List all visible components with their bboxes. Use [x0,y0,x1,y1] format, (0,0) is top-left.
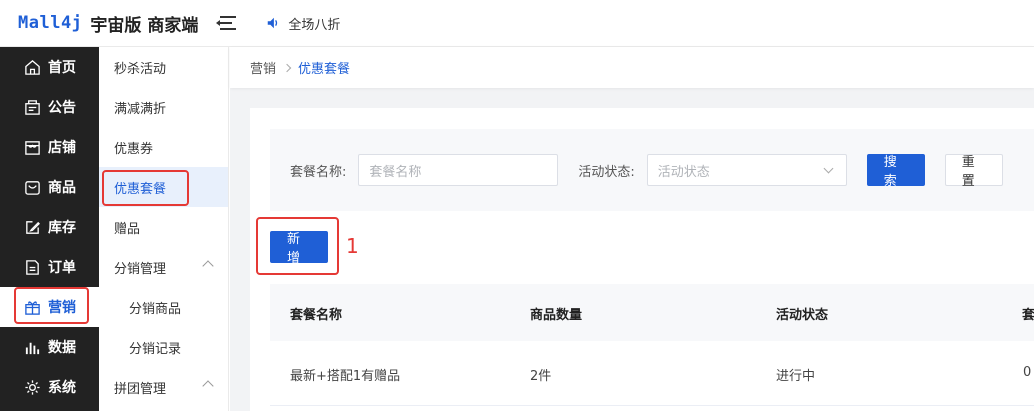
sidebar-item-order[interactable]: 订单 [0,247,99,287]
table-cell: 0 [1023,365,1032,380]
status-label: 活动状态: [578,164,635,180]
menu-toggle-icon[interactable] [216,15,237,31]
submenu-item-distribution-products[interactable]: 分销商品 [99,287,228,327]
breadcrumb: 营销 优惠套餐 [230,47,1034,88]
sidebar-item-marketing[interactable]: 营销 [0,287,99,327]
sidebar-item-label: 库存 [48,220,76,236]
home-icon [25,59,40,75]
product-icon [25,180,40,195]
chevron-right-icon [282,63,292,72]
speaker-icon [268,17,278,29]
submenu-item-label: 优惠套餐 [114,181,167,197]
sidebar-item-home[interactable]: 首页 [0,47,99,87]
sidebar-item-shop[interactable]: 店铺 [0,127,99,167]
submenu-item-coupon[interactable]: 优惠券 [99,127,228,167]
gift-icon [25,300,40,315]
column-header: 套餐名称 [290,308,343,323]
gear-icon [25,379,40,395]
step-number-annotation: 1 [346,234,359,258]
breadcrumb-parent[interactable]: 营销 [250,58,276,77]
submenu-item-discount[interactable]: 满减满折 [99,87,228,127]
sidebar-item-product[interactable]: 商品 [0,167,99,207]
search-panel: 套餐名称: 套餐名称 活动状态: 活动状态 搜索 重置 [270,129,1034,211]
column-header: 商品数量 [530,308,583,323]
submenu-item-label: 分销商品 [129,301,182,317]
table-row[interactable]: 最新+搭配1有赠品 2件 进行中 0 [270,341,1034,406]
submenu-item-label: 满减满折 [114,101,167,117]
submenu-group-distribution[interactable]: 分销管理 [99,247,228,287]
logo-text: 宇宙版 商家端 [90,15,199,36]
sidebar-item-label: 订单 [48,260,76,276]
shop-icon [25,140,40,155]
combo-name-input[interactable]: 套餐名称 [358,154,559,186]
notice-text: 全场八折 [288,17,341,33]
submenu-item-distribution-records[interactable]: 分销记录 [99,327,228,367]
notice-bar[interactable]: 全场八折 [266,14,340,33]
edit-icon [26,220,40,234]
chart-icon [25,342,40,354]
submenu-item-label: 拼团管理 [114,381,167,397]
reset-button[interactable]: 重置 [944,154,1003,189]
submenu-item-gift[interactable]: 赠品 [99,207,228,247]
submenu-item-flash-sale[interactable]: 秒杀活动 [99,47,228,87]
sidebar-item-label: 数据 [48,340,76,356]
column-header: 活动状态 [776,308,829,323]
sub-sidebar: 秒杀活动 满减满折 优惠券 优惠套餐 赠品 分销管理 分销商品 分销记录 拼团管… [99,47,229,411]
sidebar-item-data[interactable]: 数据 [0,327,99,367]
logo-mark: Mall4j [18,13,83,33]
submenu-item-label: 秒杀活动 [114,61,167,77]
logo[interactable]: Mall4j 宇宙版 商家端 [18,11,198,36]
table-cell: 最新+搭配1有赠品 [290,369,401,384]
submenu-item-combo[interactable]: 优惠套餐 [99,167,228,207]
sidebar-item-system[interactable]: 系统 [0,367,99,407]
table-cell: 进行中 [776,369,816,384]
submenu-item-label: 分销记录 [129,341,182,357]
sidebar-item-label: 商品 [48,180,76,196]
add-button[interactable]: 新增 [270,231,328,266]
sidebar-item-inventory[interactable]: 库存 [0,207,99,247]
sidebar-item-label: 首页 [48,60,76,76]
sidebar-item-label: 系统 [48,380,76,396]
search-button[interactable]: 搜索 [866,154,925,189]
submenu-item-label: 优惠券 [114,141,154,157]
combo-name-placeholder: 套餐名称 [369,164,422,180]
sidebar-item-label: 公告 [48,100,76,116]
chevron-up-icon [202,380,214,392]
chevron-up-icon [202,260,214,272]
breadcrumb-current: 优惠套餐 [298,62,351,77]
status-select[interactable]: 活动状态 [646,154,847,186]
submenu-item-label: 赠品 [114,221,141,237]
top-header: Mall4j 宇宙版 商家端 全场八折 [0,0,1034,47]
order-icon [26,259,39,275]
combo-name-label: 套餐名称: [290,164,347,180]
column-header: 套 [1022,308,1034,323]
table-header: 套餐名称 商品数量 活动状态 套 [270,284,1034,341]
sidebar-item-label: 店铺 [48,140,76,156]
submenu-group-group-buy[interactable]: 拼团管理 [99,367,228,407]
sidebar-item-announcement[interactable]: 公告 [0,87,99,127]
sidebar-item-label: 营销 [48,300,76,316]
chevron-down-icon [823,163,834,174]
table-cell: 2件 [530,369,552,384]
submenu-item-label: 分销管理 [114,261,167,277]
announcement-icon [25,99,40,115]
main-sidebar: 首页 公告 店铺 商品 库存 订单 营销 数据 系统 [0,47,99,411]
status-placeholder: 活动状态 [657,164,710,180]
